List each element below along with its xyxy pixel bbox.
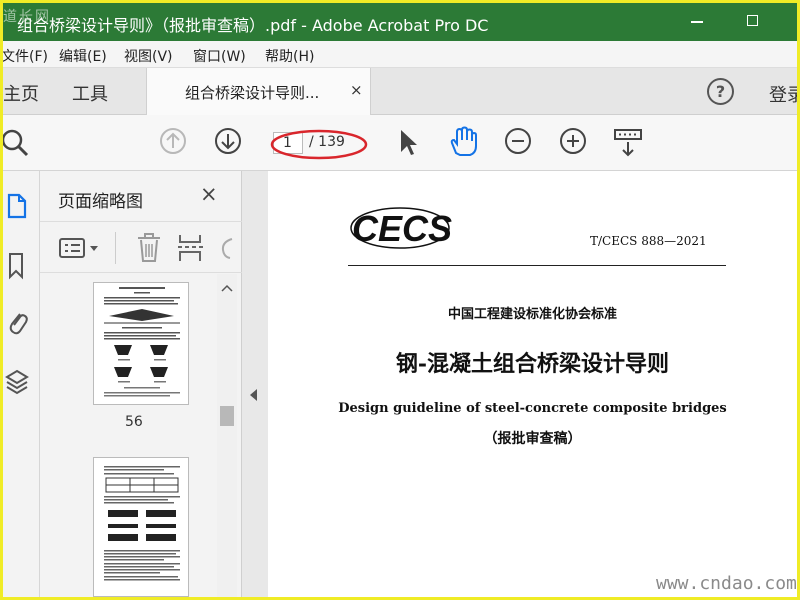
title-bar: 道长网 组合桥梁设计导则》（报批审查稿）.pdf - Adobe Acrobat…	[3, 3, 797, 41]
collapse-panel-icon[interactable]	[250, 389, 257, 401]
tab-tools[interactable]: 工具	[72, 80, 108, 106]
document-title-cn: 钢-混凝土组合桥梁设计导则	[395, 351, 670, 377]
scrollbar-thumb[interactable]	[220, 406, 234, 426]
thumbnail-page-number: 56	[125, 414, 143, 430]
bookmark-icon[interactable]	[5, 251, 29, 281]
menu-file[interactable]: 文件(F)	[3, 46, 48, 66]
thumbnail-preview	[104, 287, 180, 397]
delete-icon[interactable]	[136, 232, 162, 264]
left-navigation-rail	[3, 171, 40, 597]
tab-close-icon[interactable]: ×	[350, 81, 363, 99]
scroll-up-icon[interactable]	[221, 284, 233, 292]
panel-close-icon[interactable]: ×	[200, 182, 218, 206]
acrobat-window: 道长网 组合桥梁设计导则》（报批审查稿）.pdf - Adobe Acrobat…	[3, 3, 797, 597]
rotate-icon[interactable]	[218, 234, 242, 262]
page-up-icon[interactable]	[159, 127, 187, 155]
tab-bar: 主页 工具 组合桥梁设计导则... × ? 登录	[3, 68, 797, 115]
cecs-logo: CECS	[350, 207, 452, 249]
tab-document-label: 组合桥梁设计导则...	[185, 84, 320, 102]
search-icon[interactable]	[3, 128, 31, 158]
zoom-in-icon[interactable]	[559, 127, 587, 155]
window-title: 组合桥梁设计导则》（报批审查稿）.pdf - Adobe Acrobat Pro…	[17, 16, 489, 35]
page-thumbnail[interactable]	[93, 282, 189, 405]
layers-icon[interactable]	[5, 367, 31, 397]
document-view[interactable]: CECS T/CECS 888—2021 中国工程建设标准化协会标准 钢-混凝土…	[268, 171, 797, 597]
standard-code: T/CECS 888—2021	[590, 234, 707, 248]
page-thumbnail[interactable]	[93, 457, 189, 597]
tab-document[interactable]: 组合桥梁设计导则... ×	[146, 68, 371, 115]
association-name: 中国工程建设标准化协会标准	[447, 307, 617, 322]
tab-home[interactable]: 主页	[3, 80, 39, 106]
signin-link[interactable]: 登录	[769, 81, 797, 107]
site-watermark: www.cndao.com	[656, 573, 797, 594]
page-down-icon[interactable]	[214, 127, 242, 155]
cecs-logo-text: CECS	[352, 208, 452, 249]
header-rule	[348, 265, 726, 266]
thumbnail-preview	[104, 466, 180, 581]
menu-view[interactable]: 视图(V)	[124, 46, 173, 66]
thumbnail-list: 56	[40, 274, 242, 597]
thumbnail-panel: 页面缩略图 × 56	[40, 171, 242, 597]
thumbnail-scrollbar[interactable]	[217, 274, 237, 597]
menu-edit[interactable]: 编辑(E)	[59, 46, 107, 66]
zoom-out-icon[interactable]	[504, 127, 532, 155]
minimize-button[interactable]	[691, 21, 703, 23]
hand-tool-icon[interactable]	[447, 126, 479, 158]
scroll-mode-icon[interactable]	[613, 127, 645, 159]
maximize-button[interactable]	[747, 15, 758, 26]
attachment-icon[interactable]	[5, 307, 29, 339]
menu-bar: 文件(F) 编辑(E) 视图(V) 窗口(W) 帮助(H)	[3, 41, 797, 68]
highlight-ellipse	[270, 129, 368, 160]
document-status: （报批审查稿）	[483, 431, 582, 447]
page-thumbnails-icon[interactable]	[5, 191, 29, 221]
help-icon[interactable]: ?	[707, 78, 734, 105]
panel-splitter[interactable]	[242, 171, 268, 597]
panel-toolbar	[40, 221, 242, 273]
insert-icon[interactable]	[177, 232, 205, 264]
toolbar: 1 / 139	[3, 115, 797, 171]
document-title-en: Design guideline of steel-concrete compo…	[338, 401, 727, 416]
menu-help[interactable]: 帮助(H)	[265, 46, 314, 66]
select-cursor-icon[interactable]	[398, 128, 418, 158]
menu-window[interactable]: 窗口(W)	[193, 46, 246, 66]
panel-title: 页面缩略图	[58, 192, 143, 212]
options-menu-icon[interactable]	[58, 236, 102, 260]
toolbar-divider	[115, 232, 116, 264]
